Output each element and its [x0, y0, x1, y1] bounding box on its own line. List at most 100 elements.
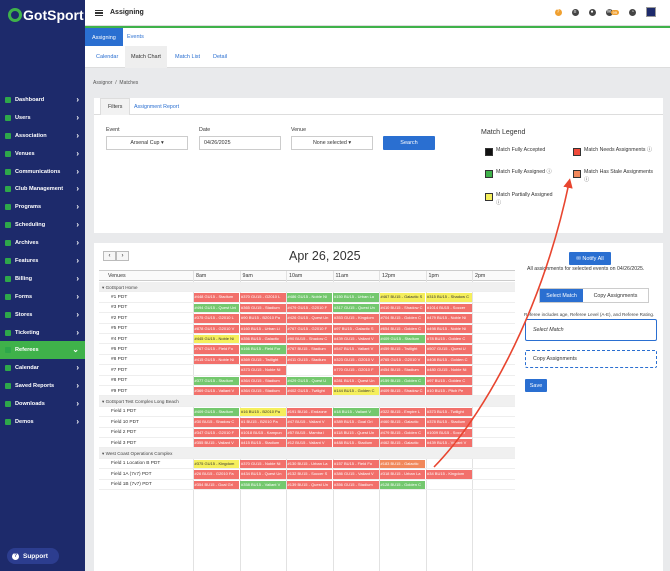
match-block[interactable]: #411 GU15 - Stadium [286, 355, 332, 365]
match-block[interactable]: #765 GU15 - G2010 V [379, 355, 425, 365]
match-block[interactable]: #139 BU15 - Quest Un [286, 480, 332, 489]
match-block[interactable]: #415 GU15 - Noble Ni [193, 355, 239, 365]
match-block[interactable]: #448 GU15 - Stadium [193, 293, 239, 302]
venue-select[interactable]: None selected ▾ [291, 136, 373, 150]
sidebar-item-features[interactable]: Features › [0, 252, 85, 270]
match-block[interactable]: #191 BU16 - Endzone [286, 407, 332, 417]
match-block[interactable]: #369 GU15 - Twilight [240, 355, 286, 365]
match-block[interactable]: #878 GU15 - G2010 V [193, 324, 239, 333]
match-block[interactable]: #90 BU15 - B2010 Pa [240, 314, 286, 323]
match-block[interactable]: #97 BU15 - Galactic S [333, 324, 379, 333]
match-block[interactable]: #26 BU15 - G2010 Fa [193, 470, 239, 479]
user-icon[interactable]: ● [588, 8, 596, 16]
match-block[interactable]: #770 GU15 - G2010 F [333, 366, 379, 375]
match-block[interactable]: #157 BU15 - Field Fo [333, 459, 379, 469]
info-icon[interactable]: ⓘ [584, 177, 589, 183]
match-block[interactable]: #409 GU15 - Stadium [379, 335, 425, 344]
match-block[interactable]: #426 GU15 - Quest Un [286, 314, 332, 323]
venue-group-label[interactable]: ▾ West Coast Operations Complex [102, 451, 172, 457]
match-block[interactable]: #364 GU15 - Stadium [240, 376, 286, 385]
match-block[interactable]: #47 BU15 - Valiant V [286, 418, 332, 427]
match-block[interactable]: #18 BU15 - Valiant V [333, 407, 379, 417]
match-block[interactable]: #353 GU15 - Kingdom [333, 314, 379, 323]
match-block[interactable]: #486 GU15 - Noble Ni [286, 293, 332, 302]
sidebar-item-club-management[interactable]: Club Management › [0, 180, 85, 198]
match-block[interactable]: #144 BU15 - Golden C [333, 387, 379, 396]
select-match-input[interactable]: Select Match [525, 319, 657, 341]
sidebar-item-downloads[interactable]: Downloads › [0, 395, 85, 413]
sidebar-item-dashboard[interactable]: Dashboard › [0, 91, 85, 109]
sidebar-item-stores[interactable]: Stores › [0, 306, 85, 324]
info-icon[interactable]: ⓘ [647, 147, 652, 153]
match-block[interactable]: #370 GU15 - Noble Ni [240, 459, 286, 469]
venue-group-label[interactable]: ▾ GotSport Test Complex Long Beach [102, 399, 179, 405]
list-icon[interactable]: ≡ [571, 8, 579, 16]
match-block[interactable]: #97 BU15 - Golden C [426, 376, 472, 385]
match-block[interactable]: #479 GU15 - G2010 F [286, 303, 332, 313]
match-block[interactable]: #369 GU15 - Valiant V [193, 387, 239, 396]
tab-copy-assignments[interactable]: Copy Assignments [583, 289, 648, 302]
match-block[interactable]: #402 GU15 - Twilight [286, 387, 332, 396]
match-block[interactable]: #1018 BU15 - Kampun [240, 428, 286, 437]
match-block[interactable]: #767 BU15 - Stadium [286, 345, 332, 354]
match-block[interactable]: #410 BU15 - Shadow C [379, 303, 425, 313]
match-block[interactable]: #460 BU15 - Galactic [379, 418, 425, 427]
sidebar-item-association[interactable]: Association › [0, 127, 85, 145]
match-block[interactable]: #547 BU15 - Valiant V [333, 345, 379, 354]
match-block[interactable]: #373 BU15 - Twilight [426, 407, 472, 417]
match-block[interactable]: #16 BU15 - B2010 Pa [240, 407, 286, 417]
match-block[interactable]: #281 BU15 - Quest Un [333, 376, 379, 385]
breadcrumb-assignor[interactable]: Assignor [93, 80, 112, 86]
sidebar-item-archives[interactable]: Archives › [0, 234, 85, 252]
tab-assigning[interactable]: Assigning [85, 28, 123, 47]
sidebar-item-venues[interactable]: Venues › [0, 145, 85, 163]
gotsport-logo[interactable]: GotSport [8, 7, 84, 23]
search-button[interactable]: Search [383, 136, 435, 150]
match-block[interactable]: #365 GU15 - Stadium [240, 303, 286, 313]
match-block[interactable]: #459 BU15 - Twilight [379, 345, 425, 354]
match-block[interactable]: #479 BU15 - Noble Ni [426, 314, 472, 323]
match-block[interactable]: #159 BU15 - Golden C [379, 376, 425, 385]
match-block[interactable]: #118 BU15 - Quest Un [333, 428, 379, 437]
match-block[interactable]: #355 BU15 - Valiant V [193, 439, 239, 448]
info-icon[interactable]: ⓘ [546, 169, 551, 175]
tab-match-chart[interactable]: Match Chart [125, 46, 167, 68]
sidebar-item-ticketing[interactable]: Ticketing › [0, 324, 85, 342]
match-block[interactable]: #315 BU15 - Shadow C [426, 293, 472, 302]
venue-group-label[interactable]: ▾ GotSport Home [102, 285, 138, 291]
match-block[interactable]: #317 GU15 - Quest Un [333, 303, 379, 313]
match-block[interactable]: #373 GU15 - Noble Ni [240, 366, 286, 375]
tab-filters[interactable]: Filters [100, 98, 131, 115]
match-block[interactable]: #467 BU15 - Galactic S [379, 293, 425, 302]
help-icon[interactable]: ? [554, 8, 562, 16]
match-block[interactable]: #445 GU15 - Noble Ni [193, 335, 239, 344]
match-block[interactable]: #408 BU15 - Golden C [426, 355, 472, 365]
tab-match-list[interactable]: Match List [169, 46, 206, 68]
match-block[interactable]: #150 BU15 - Urban La [333, 293, 379, 302]
match-block[interactable]: #1014 BU15 - Soccer [426, 303, 472, 313]
match-block[interactable]: #439 BU15 - Valiant V [426, 439, 472, 448]
hamburger-menu-icon[interactable] [95, 10, 103, 16]
match-block[interactable]: #409 GU15 - Stadium [193, 407, 239, 417]
match-block[interactable]: #10 BU15 - Pitch Pe [426, 387, 472, 396]
match-block[interactable]: #415 BU15 - Stadium [240, 439, 286, 448]
match-block[interactable]: #12 BU15 - Valiant V [286, 439, 332, 448]
match-block[interactable]: #130 BU15 - Urban La [286, 459, 332, 469]
match-block[interactable]: #160 BU15 - Urban Li [240, 324, 286, 333]
match-block[interactable]: #378 BU15 - Stadium [426, 418, 472, 427]
match-block[interactable]: #462 BU15 - Galactic [379, 439, 425, 448]
match-block[interactable]: #507 GU15 - Quest U [426, 345, 472, 354]
tab-detail[interactable]: Detail [207, 46, 233, 68]
match-block[interactable]: #767 GU15 - Field Fo [193, 345, 239, 354]
match-block[interactable]: #375 GU15 - Kingdom [193, 459, 239, 469]
match-block[interactable]: #358 BU15 - Valiant V [240, 480, 286, 489]
tab-events[interactable]: Events [120, 28, 151, 46]
sidebar-item-saved-reports[interactable]: Saved Reports › [0, 377, 85, 395]
chat-icon[interactable]: ◔ [629, 8, 636, 16]
date-field[interactable]: 04/26/2025 [199, 136, 281, 150]
sidebar-item-calendar[interactable]: Calendar › [0, 359, 85, 377]
match-block[interactable]: #356 GU15 - Stadium [333, 480, 379, 489]
match-block[interactable]: #347 GU15 - G2010 F [193, 428, 239, 437]
match-block[interactable]: #1009 BU15 - Soccer [426, 428, 472, 437]
match-block[interactable]: #704 BU15 - Golden C [379, 314, 425, 323]
